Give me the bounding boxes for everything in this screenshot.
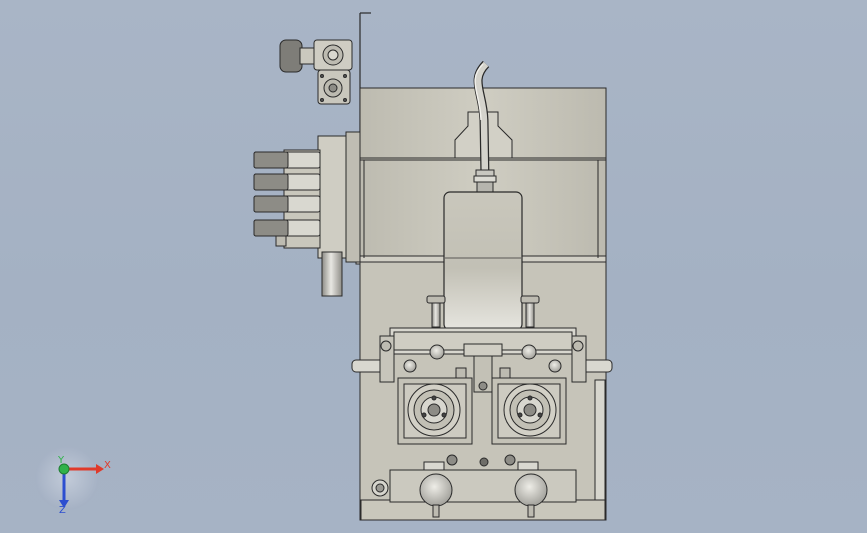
triad-z-label: Z [59,505,66,516]
triad-x-label: X [104,460,111,471]
drive-roller-left [407,383,461,437]
cable-connector [473,169,497,195]
x-axis-head [96,464,104,474]
valve-manifold [253,131,361,297]
cad-viewport[interactable]: X Y Z [0,0,867,533]
triad-y-label: Y [57,455,65,466]
orientation-triad[interactable]: X Y Z [35,446,111,516]
drive-roller-right [503,383,557,437]
control-box [443,191,523,331]
gear-motor-assembly [279,39,353,105]
